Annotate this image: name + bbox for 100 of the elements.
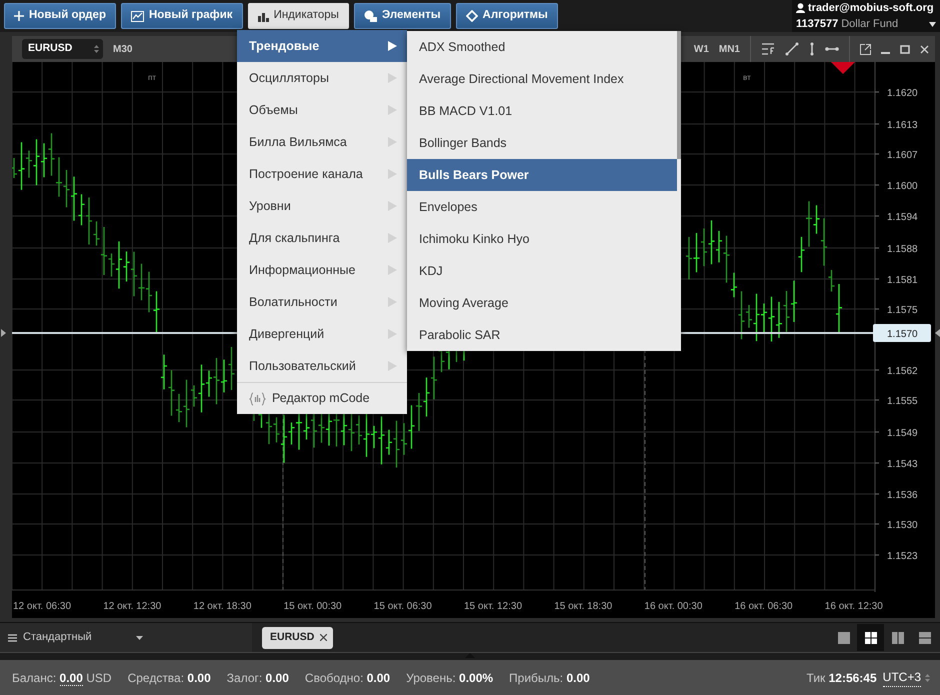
timezone-select[interactable]: UTC+3 [882, 668, 921, 687]
time-label: 15 окт. 00:30 [284, 601, 342, 612]
timeframe-label[interactable]: M30 [113, 42, 132, 56]
time-label: 16 окт. 06:30 [734, 601, 793, 612]
workspace-select[interactable]: Стандартный [0, 622, 252, 652]
menu-item[interactable]: ADX Smoothed [407, 31, 677, 63]
current-price-label: 1.1570 [873, 324, 931, 342]
menu-item[interactable]: Moving Average [407, 287, 677, 319]
toolbar-button[interactable]: Новый ордер [4, 3, 116, 29]
submenu-arrow-icon [388, 201, 397, 211]
menu-item[interactable]: Parabolic SAR [407, 319, 677, 351]
price-label: 1.1536 [887, 490, 918, 501]
time-label: 16 окт. 12:30 [824, 601, 883, 612]
time-label: 15 окт. 06:30 [374, 601, 432, 612]
account-number: 1137577 [796, 17, 838, 32]
status-field: Прибыль: 0.00 [509, 668, 590, 686]
chart-icon [130, 10, 144, 22]
price-label: 1.1562 [887, 366, 918, 377]
menu-item[interactable]: Объемы [237, 94, 407, 126]
indicator-list-icon[interactable] [761, 43, 775, 55]
menu-item[interactable]: Пользовательский [237, 350, 407, 382]
price-label: 1.1600 [887, 181, 918, 192]
account-panel[interactable]: trader@mobius-soft.org 1137577 Dollar Fund [792, 0, 940, 32]
chart-tab[interactable]: EURUSD [262, 626, 334, 648]
toolbar-button[interactable]: Элементы [354, 3, 451, 29]
menu-item[interactable]: Трендовые [237, 30, 407, 62]
toolbar-button[interactable]: Новый график [120, 3, 243, 29]
menu-icon [8, 634, 17, 642]
submenu-arrow-icon [388, 361, 397, 371]
menu-item[interactable]: Осцилляторы [237, 62, 407, 94]
submenu-arrow-icon [388, 41, 397, 51]
menu-item[interactable]: Ichimoku Kinko Hyo [407, 223, 677, 255]
menu-item[interactable]: Волатильности [237, 286, 407, 318]
plus-icon [14, 11, 24, 21]
submenu-arrow-icon [388, 329, 397, 339]
price-label: 1.1555 [887, 396, 918, 407]
timeframe-button[interactable]: MN1 [718, 42, 740, 56]
price-label: 1.1549 [887, 428, 918, 439]
submenu-arrow-icon [388, 265, 397, 275]
spinner-icon[interactable] [94, 44, 99, 54]
submenu-arrow-icon [388, 73, 397, 83]
submenu-arrow-icon [388, 137, 397, 147]
caret-icon[interactable] [929, 22, 936, 27]
menu-item[interactable]: Bollinger Bands [407, 127, 677, 159]
toolbar-button[interactable]: Алгоритмы [456, 3, 558, 29]
bar-chart-icon [258, 10, 269, 22]
menu-item[interactable]: Дивергенций [237, 318, 407, 350]
layout-icon [890, 630, 904, 644]
submenu-arrow-icon [388, 297, 397, 307]
day-label: пт [148, 73, 156, 82]
menu-item[interactable]: Bulls Bears Power [407, 159, 677, 191]
menu-item[interactable]: Для скальпинга [237, 222, 407, 254]
status-field: Средства: 0.00 [128, 668, 211, 686]
menu-item[interactable]: Информационные [237, 254, 407, 286]
price-label: 1.1613 [887, 120, 918, 131]
shapes-icon [364, 10, 377, 22]
code-icon [249, 392, 266, 406]
status-field: Баланс: 0.00 USD [12, 668, 112, 686]
day-label: вт [743, 73, 751, 82]
status-field: Залог: 0.00 [226, 668, 289, 686]
time-label: 12 окт. 06:30 [13, 601, 72, 612]
maximize-icon[interactable] [900, 44, 910, 54]
diamond-icon [466, 10, 478, 22]
account-name: Dollar Fund [841, 17, 898, 32]
menu-item[interactable]: Average Directional Movement Index [407, 63, 677, 95]
grid-layout-button[interactable] [857, 624, 884, 651]
user-icon [796, 2, 805, 13]
time-label: 12 окт. 18:30 [193, 601, 252, 612]
price-label: 1.1594 [887, 212, 918, 223]
submenu-arrow-icon [388, 169, 397, 179]
price-label: 1.1575 [887, 305, 918, 316]
submenu-arrow-icon [388, 105, 397, 115]
close-icon[interactable] [320, 634, 328, 641]
trendline-icon[interactable] [785, 42, 799, 56]
submenu-arrow-icon [388, 233, 397, 243]
scrollbar-thumb[interactable] [677, 31, 681, 159]
toolbar-button[interactable]: Индикаторы [248, 3, 349, 29]
timeframe-button[interactable]: W1 [694, 42, 709, 56]
time-label: 15 окт. 18:30 [554, 601, 612, 612]
menu-item[interactable]: Уровни [237, 190, 407, 222]
menu-item[interactable]: Билла Вильямса [237, 126, 407, 158]
caret-icon [136, 636, 143, 640]
horizontal-line-icon[interactable] [825, 46, 839, 52]
symbol-select[interactable]: EURUSD [22, 39, 103, 59]
tick-time: Тик 12:56:45 [806, 670, 877, 686]
popout-icon[interactable] [860, 44, 871, 54]
layout-icon [918, 630, 932, 644]
menu-item[interactable]: KDJ [407, 255, 677, 287]
price-label: 1.1620 [887, 88, 918, 99]
menu-item[interactable]: Построение канала [237, 158, 407, 190]
time-label: 15 окт. 12:30 [464, 601, 522, 612]
price-label: 1.1530 [887, 520, 918, 531]
time-label: 12 окт. 12:30 [103, 601, 162, 612]
price-label: 1.1607 [887, 150, 918, 161]
handle-icon[interactable] [1, 329, 6, 337]
menu-item[interactable]: Редактор mCode [237, 382, 407, 414]
menu-item[interactable]: Envelopes [407, 191, 677, 223]
status-field: Уровень: 0.00% [406, 668, 494, 686]
vertical-line-icon[interactable] [809, 42, 815, 56]
menu-item[interactable]: BB MACD V1.01 [407, 95, 677, 127]
